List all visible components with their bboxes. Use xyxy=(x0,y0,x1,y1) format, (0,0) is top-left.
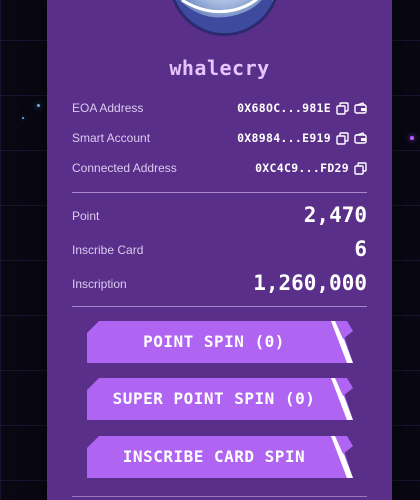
inscribe-card-stat: Inscribe Card 6 xyxy=(72,237,367,263)
inscription-label: Inscription xyxy=(72,277,127,291)
super-point-spin-label: SUPER POINT SPIN (0) xyxy=(112,389,316,408)
inscribe-card-spin-label: INSCRIBE CARD SPIN xyxy=(122,447,306,466)
divider xyxy=(72,192,367,193)
username: whalecry xyxy=(169,56,270,80)
eoa-address-row: EOA Address 0X68OC...981E xyxy=(72,101,367,119)
inscribe-card-label: Inscribe Card xyxy=(72,243,144,257)
divider xyxy=(72,496,367,497)
connected-address-value-group: 0XC4C9...FD29 xyxy=(255,161,367,175)
eoa-address-value-group: 0X68OC...981E xyxy=(237,101,367,115)
eoa-address-value: 0X68OC...981E xyxy=(237,101,331,115)
whale-avatar-image xyxy=(172,0,272,33)
inscribe-card-value: 6 xyxy=(354,237,367,261)
copy-icon[interactable] xyxy=(336,131,349,145)
background-star xyxy=(37,104,40,107)
point-label: Point xyxy=(72,209,100,223)
side-rail-marker xyxy=(410,136,414,140)
connected-address-value: 0XC4C9...FD29 xyxy=(255,161,349,175)
inscription-stat: Inscription 1,260,000 xyxy=(72,271,367,297)
divider xyxy=(72,306,367,307)
smart-account-value: 0X8984...E919 xyxy=(237,131,331,145)
avatar[interactable] xyxy=(169,0,280,36)
point-spin-label: POINT SPIN (0) xyxy=(143,332,285,351)
point-value: 2,470 xyxy=(303,203,367,227)
profile-panel: whalecry EOA Address 0X68OC...981E Smart… xyxy=(47,0,392,500)
inscribe-card-spin-button[interactable]: INSCRIBE CARD SPIN xyxy=(87,436,355,478)
connected-address-row: Connected Address 0XC4C9...FD29 xyxy=(72,161,367,179)
smart-account-row: Smart Account 0X8984...E919 xyxy=(72,131,367,149)
point-stat: Point 2,470 xyxy=(72,203,367,229)
point-spin-button[interactable]: POINT SPIN (0) xyxy=(87,321,355,363)
copy-icon[interactable] xyxy=(354,161,367,175)
super-point-spin-button[interactable]: SUPER POINT SPIN (0) xyxy=(87,378,355,420)
eoa-address-label: EOA Address xyxy=(72,101,144,115)
connected-address-label: Connected Address xyxy=(72,161,177,175)
wallet-icon[interactable] xyxy=(354,101,367,115)
copy-icon[interactable] xyxy=(336,101,349,115)
wallet-icon[interactable] xyxy=(354,131,367,145)
smart-account-label: Smart Account xyxy=(72,131,151,145)
side-rail xyxy=(391,0,420,500)
inscription-value: 1,260,000 xyxy=(253,271,367,295)
background-star xyxy=(22,117,24,119)
smart-account-value-group: 0X8984...E919 xyxy=(237,131,367,145)
